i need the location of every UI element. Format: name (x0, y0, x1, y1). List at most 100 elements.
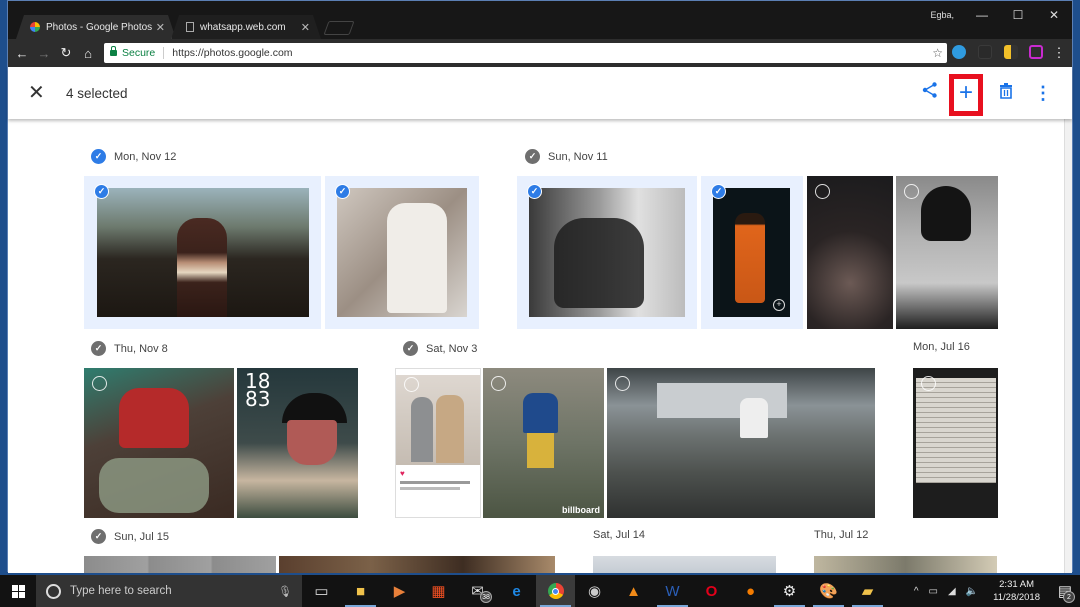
show-hidden-icons[interactable]: ^ (914, 586, 919, 597)
task-view-icon[interactable]: ▭ (302, 575, 341, 607)
extension-dark-icon[interactable] (978, 45, 992, 59)
app-icon[interactable]: ◉ (575, 575, 614, 607)
photo-check-icon[interactable]: ✓ (527, 184, 542, 199)
edge-icon[interactable]: e (497, 575, 536, 607)
store-icon[interactable]: ▦ (419, 575, 458, 607)
new-tab-button[interactable] (323, 21, 355, 35)
photo-check-icon[interactable]: ✓ (335, 184, 350, 199)
photo-tile[interactable] (84, 556, 276, 573)
tab-whatsapp[interactable]: whatsapp.web.com ✕ (171, 15, 321, 39)
opera-icon[interactable]: O (692, 575, 731, 607)
photo-tile[interactable] (814, 556, 997, 573)
secure-label: Secure (122, 47, 156, 59)
date-group-header[interactable]: ✓ Thu, Nov 8 (91, 341, 168, 356)
photo-select-circle[interactable] (404, 377, 419, 392)
date-group-header[interactable]: ✓ Sat, Nov 3 (403, 341, 477, 356)
photo-tile[interactable] (279, 556, 555, 573)
home-icon[interactable]: ⌂ (77, 46, 99, 61)
bookmark-star-icon[interactable]: ☆ (932, 46, 943, 60)
page-scrollbar[interactable] (1064, 119, 1072, 573)
tab-close-icon[interactable]: ✕ (153, 21, 168, 34)
photo-tile[interactable]: ✓ (325, 176, 479, 329)
more-options-button[interactable]: ⋮ (1031, 81, 1055, 105)
photo-tile[interactable] (913, 368, 998, 518)
photo-tile[interactable]: ✓ + (701, 176, 803, 329)
clear-selection-button[interactable]: ✕ (28, 82, 45, 104)
back-icon[interactable]: ← (11, 46, 33, 61)
add-to-album-button[interactable]: + (954, 81, 978, 105)
photo-select-circle[interactable] (904, 184, 919, 199)
forward-icon[interactable]: → (33, 46, 55, 61)
word-icon[interactable]: W (653, 575, 692, 607)
photo-check-icon[interactable]: ✓ (94, 184, 109, 199)
minimize-button[interactable]: — (964, 1, 1000, 29)
taskbar-search-box[interactable]: Type here to search 🎙 (36, 575, 302, 607)
photo-select-circle[interactable] (491, 376, 506, 391)
date-label: Sat, Nov 3 (426, 342, 478, 355)
date-group-header[interactable]: Mon, Jul 16 (913, 341, 970, 353)
volume-icon[interactable]: 🔈 (966, 586, 978, 597)
group-check-icon[interactable]: ✓ (91, 149, 106, 164)
share-icon[interactable] (918, 81, 942, 105)
photo-tile[interactable] (84, 368, 234, 518)
google-photos-icon (30, 22, 40, 32)
file-explorer-icon[interactable]: ■ (341, 575, 380, 607)
photo-tile[interactable] (807, 176, 893, 329)
photo-select-circle[interactable] (921, 376, 936, 391)
system-clock[interactable]: 2:31 AM 11/28/2018 (993, 578, 1040, 604)
date-group-header[interactable]: ✓ Sun, Nov 11 (525, 149, 608, 164)
date-group-header[interactable]: ✓ Mon, Nov 12 (91, 149, 176, 164)
photo-tile[interactable] (607, 368, 875, 518)
date-group-header[interactable]: Sat, Jul 14 (593, 529, 645, 541)
address-bar[interactable]: Secure https://photos.google.com ☆ (104, 43, 947, 63)
photo-select-circle[interactable] (815, 184, 830, 199)
chrome-menu-icon[interactable]: ⋮ (1048, 45, 1070, 61)
settings-icon[interactable]: ⚙ (770, 575, 809, 607)
mail-icon[interactable]: ✉ 38 (458, 575, 497, 607)
secure-indicator[interactable]: Secure (110, 46, 156, 59)
clock-app-icon[interactable]: ● (731, 575, 770, 607)
photo-tile[interactable] (593, 556, 776, 573)
zoom-in-icon[interactable]: + (773, 299, 785, 311)
photo-tile[interactable]: ✓ (517, 176, 697, 329)
photo-tile[interactable]: ✓ (84, 176, 321, 329)
photo-image (97, 188, 309, 317)
close-window-button[interactable]: ✕ (1036, 1, 1072, 29)
group-check-icon[interactable]: ✓ (91, 529, 106, 544)
onedrive-folder-icon[interactable]: ▰ (848, 575, 887, 607)
group-check-icon[interactable]: ✓ (525, 149, 540, 164)
date-group-header[interactable]: ✓ Sun, Jul 15 (91, 529, 169, 544)
group-check-icon[interactable]: ✓ (91, 341, 106, 356)
photo-tile[interactable]: 18 83 (237, 368, 358, 518)
date-label: Thu, Nov 8 (114, 342, 168, 355)
profile-name[interactable]: Egba, (930, 10, 954, 20)
wifi-icon[interactable]: ◢ (948, 586, 956, 597)
photo-tile[interactable]: billboard (483, 368, 604, 518)
chrome-icon[interactable] (536, 575, 575, 607)
trash-icon[interactable] (994, 81, 1018, 105)
start-button[interactable] (0, 575, 36, 607)
tab-google-photos[interactable]: Photos - Google Photos ✕ (16, 15, 176, 39)
battery-icon[interactable]: ▭ (929, 586, 938, 597)
extension-yellow-icon[interactable] (1004, 45, 1018, 59)
vlc-icon[interactable]: ▲ (614, 575, 653, 607)
photo-select-circle[interactable] (615, 376, 630, 391)
reload-icon[interactable]: ↻ (55, 45, 77, 61)
extension-blue-icon[interactable] (952, 45, 966, 59)
photo-select-circle[interactable] (92, 376, 107, 391)
extension-tv-icon[interactable] (1029, 45, 1043, 59)
clock-date: 11/28/2018 (993, 592, 1040, 603)
mail-badge: 38 (480, 591, 492, 603)
photo-check-icon[interactable]: ✓ (711, 184, 726, 199)
action-center-icon[interactable]: ▤2 (1050, 575, 1080, 607)
photo-tile[interactable] (896, 176, 998, 329)
microphone-icon[interactable]: 🎙 (278, 585, 292, 598)
url-text[interactable]: https://photos.google.com (172, 47, 292, 59)
media-player-icon[interactable]: ▶ (380, 575, 419, 607)
group-check-icon[interactable]: ✓ (403, 341, 418, 356)
maximize-button[interactable]: ☐ (1000, 1, 1036, 29)
paint-icon[interactable]: 🎨 (809, 575, 848, 607)
photo-tile[interactable]: ♥ (395, 368, 481, 518)
tab-close-icon[interactable]: ✕ (298, 21, 313, 34)
date-group-header[interactable]: Thu, Jul 12 (814, 529, 868, 541)
